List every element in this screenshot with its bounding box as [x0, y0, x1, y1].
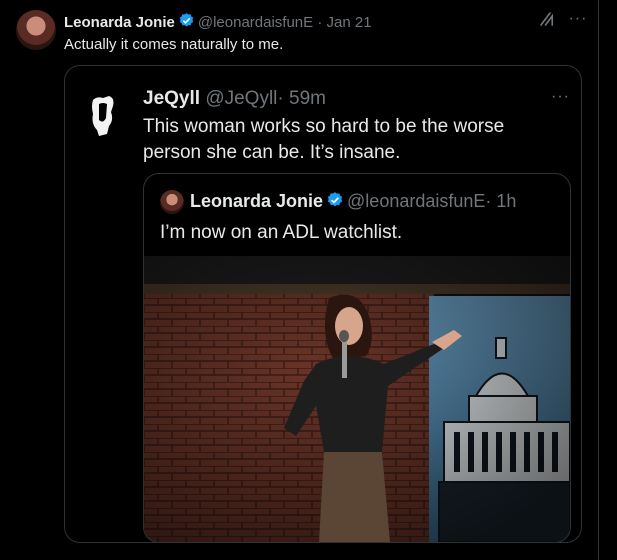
- jeqyll-avatar[interactable]: [87, 90, 123, 146]
- quoted-tweet-card[interactable]: JeQyll @JeQyll· 59m ··· This woman works…: [64, 65, 582, 543]
- quoted-more-icon[interactable]: ···: [551, 88, 570, 106]
- tweet-actions: ···: [538, 10, 587, 28]
- quoted-text: This woman works so hard to be the worse…: [143, 116, 505, 163]
- nested-author-name[interactable]: Leonarda Jonie: [190, 191, 323, 211]
- nested-quote-card[interactable]: Leonarda Jonie @leonardaisfunE· 1h I’m no…: [143, 173, 571, 542]
- tweet-text: Actually it comes naturally to me.: [64, 36, 284, 53]
- more-icon[interactable]: ···: [568, 10, 587, 27]
- author-handle[interactable]: @leonardaisfunE: [198, 14, 313, 31]
- timestamp[interactable]: · Jan 21: [317, 14, 371, 31]
- media-photo[interactable]: [144, 256, 570, 542]
- nested-author-handle[interactable]: @leonardaisfunE: [347, 191, 485, 211]
- verified-badge-icon: [179, 13, 194, 27]
- column-divider: [598, 0, 599, 560]
- quoted-timestamp[interactable]: · 59m: [277, 88, 326, 109]
- grok-icon[interactable]: [538, 10, 556, 28]
- quoted-header: JeQyll @JeQyll· 59m: [143, 88, 326, 110]
- nested-timestamp[interactable]: · 1h: [485, 191, 516, 211]
- nested-avatar[interactable]: [160, 190, 184, 214]
- author-name[interactable]: Leonarda Jonie: [64, 14, 175, 31]
- verified-badge-icon: [327, 192, 343, 207]
- quoted-author-handle[interactable]: @JeQyll: [205, 88, 277, 109]
- avatar[interactable]: [16, 10, 56, 50]
- nested-header: Leonarda Jonie @leonardaisfunE· 1h: [190, 191, 516, 212]
- tweet-header: Leonarda Jonie @leonardaisfunE · Jan 21: [64, 12, 372, 31]
- nested-text: I’m now on an ADL watchlist.: [160, 222, 403, 243]
- quoted-author-name[interactable]: JeQyll: [143, 88, 200, 109]
